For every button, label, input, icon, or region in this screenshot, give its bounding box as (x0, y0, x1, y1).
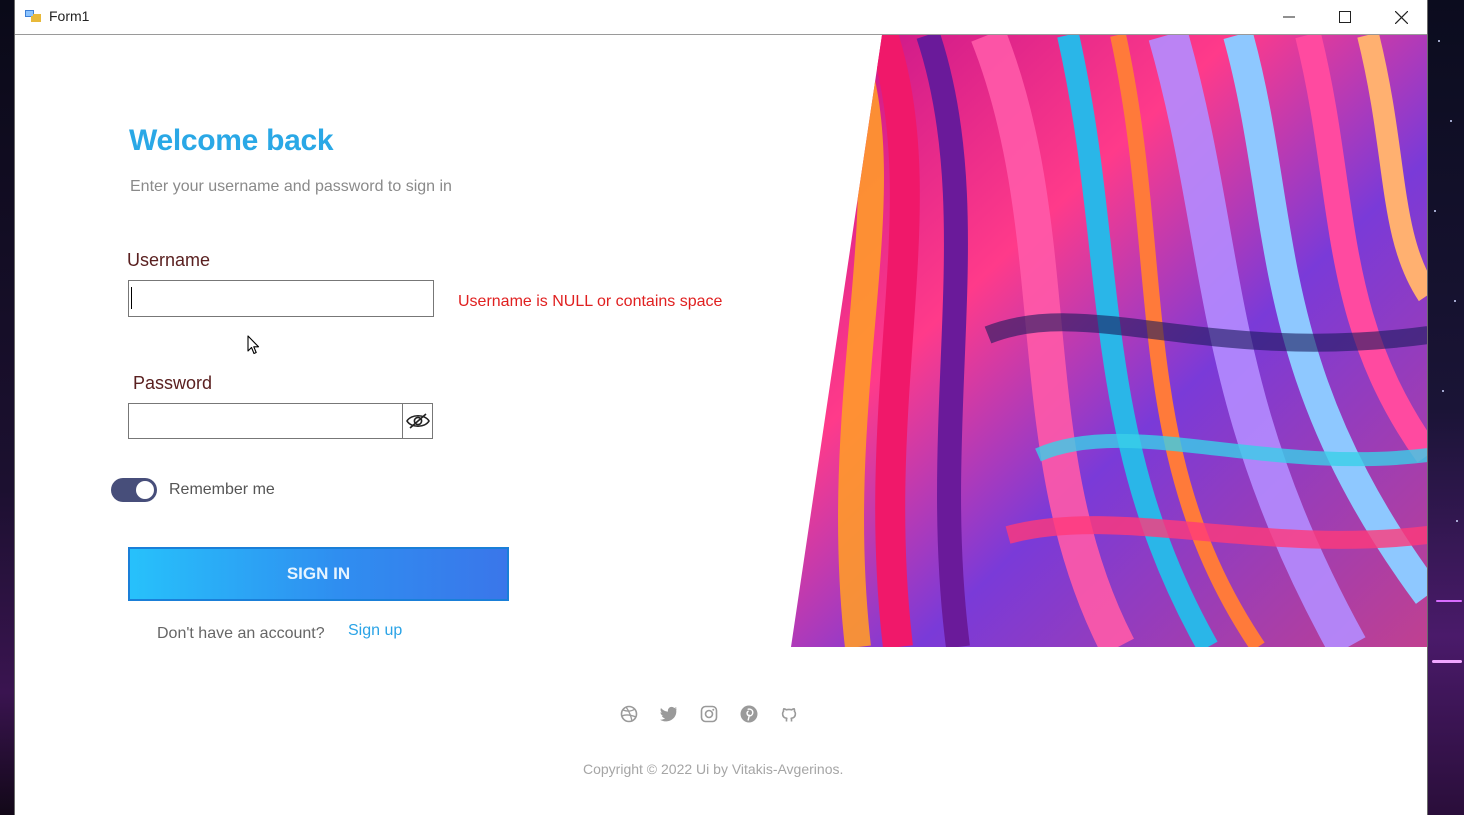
sign-up-link[interactable]: Sign up (348, 622, 402, 640)
app-icon (25, 10, 41, 22)
eye-hidden-icon (405, 413, 430, 429)
minimize-button[interactable] (1261, 0, 1317, 34)
dribbble-icon (620, 705, 638, 723)
twitter-icon (660, 706, 677, 722)
dribbble-link[interactable] (619, 704, 639, 724)
maximize-button[interactable] (1317, 0, 1373, 34)
no-account-text: Don't have an account? (157, 625, 325, 642)
username-error-message: Username is NULL or contains space (458, 293, 723, 310)
maximize-icon (1339, 11, 1351, 23)
title-bar: Form1 (15, 0, 1427, 35)
desktop-background-right (1428, 0, 1464, 815)
remember-me-toggle[interactable] (111, 478, 157, 502)
instagram-icon (700, 705, 718, 723)
pinterest-link[interactable] (739, 704, 759, 724)
toggle-password-visibility-button[interactable] (402, 403, 433, 439)
minimize-icon (1283, 16, 1295, 18)
username-input[interactable] (128, 280, 434, 317)
instagram-link[interactable] (699, 704, 719, 724)
copyright-text: Copyright © 2022 Ui by Vitakis-Avgerinos… (583, 761, 844, 777)
social-links (619, 704, 799, 724)
toggle-knob (136, 481, 154, 499)
github-link[interactable] (779, 704, 799, 724)
pinterest-icon (740, 705, 758, 723)
github-icon (781, 708, 797, 722)
desktop-background-left (0, 0, 14, 815)
twitter-link[interactable] (659, 704, 679, 724)
password-input[interactable] (128, 403, 403, 439)
window-title: Form1 (49, 8, 90, 24)
sign-in-button[interactable]: SIGN IN (128, 547, 509, 601)
close-icon (1394, 10, 1408, 24)
page-title: Welcome back (129, 124, 334, 157)
app-window: Form1 Welcome back Enter your username a… (14, 0, 1428, 815)
form-content: Welcome back Enter your username and pas… (15, 35, 1427, 815)
abstract-wave-image (791, 35, 1427, 647)
password-label: Password (133, 373, 213, 393)
remember-me-label: Remember me (169, 481, 275, 498)
mouse-pointer-icon (247, 335, 260, 355)
text-caret (131, 287, 132, 309)
page-subtitle: Enter your username and password to sign… (130, 178, 452, 195)
close-button[interactable] (1373, 0, 1429, 34)
username-label: Username (127, 250, 211, 270)
